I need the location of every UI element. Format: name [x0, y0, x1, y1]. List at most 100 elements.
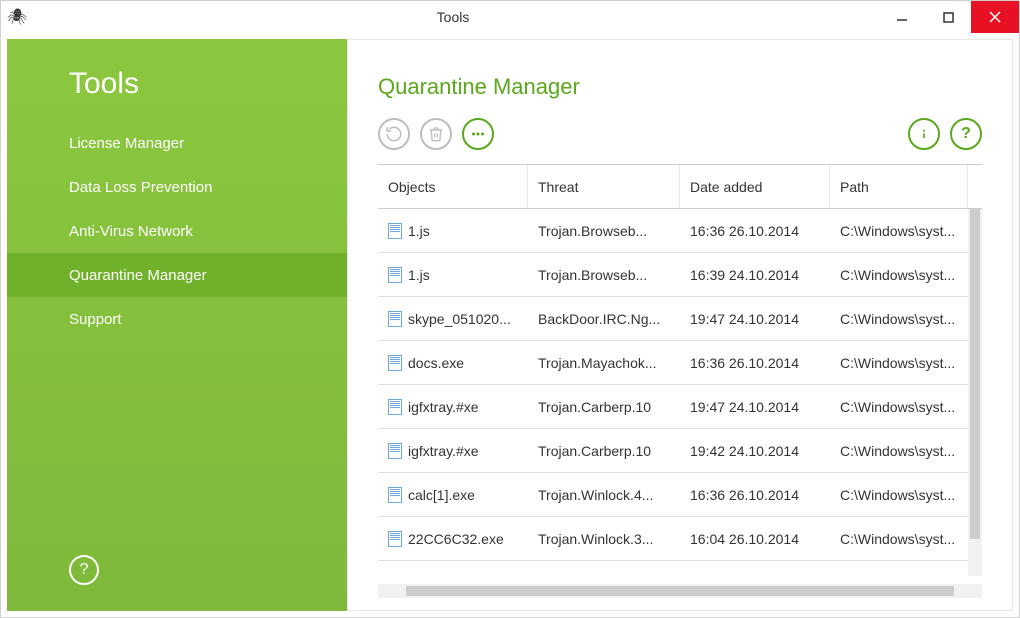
cell-object: calc[1].exe: [378, 487, 528, 503]
cell-object-text: docs.exe: [408, 355, 464, 371]
table-row[interactable]: skype_051020... BackDoor.IRC.Ng...19:47 2…: [378, 297, 968, 341]
sidebar-item-support[interactable]: Support: [7, 297, 347, 341]
cell-object-text: igfxtray.#xe: [408, 443, 479, 459]
more-button[interactable]: [462, 118, 494, 150]
quarantine-table: Objects Threat Date added Path 1.js Troja…: [378, 164, 982, 576]
toolbar: ?: [378, 118, 982, 150]
scrollbar-thumb-horizontal[interactable]: [406, 586, 954, 596]
sidebar-item-license-manager[interactable]: License Manager: [7, 121, 347, 165]
cell-threat: Trojan.Carberp.10: [528, 443, 680, 459]
cell-threat: Trojan.Winlock.4...: [528, 487, 680, 503]
help-icon: ?: [961, 125, 971, 143]
app-icon: 🕷: [7, 7, 27, 27]
cell-object-text: igfxtray.#xe: [408, 399, 479, 415]
cell-object-text: 1.js: [408, 223, 430, 239]
sidebar-item-label: Quarantine Manager: [69, 267, 207, 284]
file-icon: [388, 487, 402, 503]
cell-threat: Trojan.Browseb...: [528, 223, 680, 239]
cell-path: C:\Windows\syst...: [830, 487, 968, 503]
trash-icon: [428, 126, 444, 142]
table-row[interactable]: igfxtray.#xe Trojan.Carberp.1019:42 24.10…: [378, 429, 968, 473]
close-button[interactable]: [971, 1, 1019, 33]
cell-path: C:\Windows\syst...: [830, 355, 968, 371]
cell-threat: Trojan.Carberp.10: [528, 399, 680, 415]
horizontal-scrollbar[interactable]: [378, 584, 982, 598]
more-icon: [469, 125, 487, 143]
cell-object: igfxtray.#xe: [378, 399, 528, 415]
file-icon: [388, 267, 402, 283]
sidebar-title: Tools: [7, 67, 347, 121]
cell-object: 1.js: [378, 267, 528, 283]
cell-object-text: calc[1].exe: [408, 487, 475, 503]
window-controls: [879, 1, 1019, 33]
sidebar-item-anti-virus-network[interactable]: Anti-Virus Network: [7, 209, 347, 253]
help-button[interactable]: ?: [950, 118, 982, 150]
column-header-path[interactable]: Path: [830, 165, 968, 208]
cell-threat: BackDoor.IRC.Ng...: [528, 311, 680, 327]
delete-button[interactable]: [420, 118, 452, 150]
cell-path: C:\Windows\syst...: [830, 531, 968, 547]
cell-object: 1.js: [378, 223, 528, 239]
restore-icon: [385, 125, 403, 143]
window-title: Tools: [27, 9, 879, 25]
cell-date: 19:47 24.10.2014: [680, 399, 830, 415]
cell-path: C:\Windows\syst...: [830, 399, 968, 415]
file-icon: [388, 223, 402, 239]
cell-object-text: 22CC6C32.exe: [408, 531, 504, 547]
cell-object: skype_051020...: [378, 311, 528, 327]
table-row[interactable]: docs.exe Trojan.Mayachok...16:36 26.10.20…: [378, 341, 968, 385]
cell-path: C:\Windows\syst...: [830, 223, 968, 239]
table-row[interactable]: calc[1].exe Trojan.Winlock.4...16:36 26.1…: [378, 473, 968, 517]
file-icon: [388, 355, 402, 371]
file-icon: [388, 399, 402, 415]
cell-threat: Trojan.Browseb...: [528, 267, 680, 283]
table-row[interactable]: 1.js Trojan.Browseb...16:36 26.10.2014C:\…: [378, 209, 968, 253]
table-row[interactable]: igfxtray.#xe Trojan.Carberp.1019:47 24.10…: [378, 385, 968, 429]
cell-date: 16:36 26.10.2014: [680, 487, 830, 503]
cell-date: 19:42 24.10.2014: [680, 443, 830, 459]
table-header: Objects Threat Date added Path: [378, 165, 982, 209]
table-row[interactable]: 1.js Trojan.Browseb...16:39 24.10.2014C:\…: [378, 253, 968, 297]
file-icon: [388, 443, 402, 459]
cell-object-text: 1.js: [408, 267, 430, 283]
restore-button[interactable]: [378, 118, 410, 150]
cell-date: 16:36 26.10.2014: [680, 355, 830, 371]
page-title: Quarantine Manager: [378, 74, 982, 100]
scrollbar-thumb[interactable]: [970, 209, 980, 539]
main-panel: Quarantine Manager ? Objects Threat: [347, 39, 1013, 611]
cell-date: 16:39 24.10.2014: [680, 267, 830, 283]
cell-threat: Trojan.Winlock.3...: [528, 531, 680, 547]
cell-date: 16:04 26.10.2014: [680, 531, 830, 547]
cell-object: igfxtray.#xe: [378, 443, 528, 459]
sidebar-item-label: Data Loss Prevention: [69, 179, 212, 196]
column-header-objects[interactable]: Objects: [378, 165, 528, 208]
table-row[interactable]: 22CC6C32.exe Trojan.Winlock.3...16:04 26.…: [378, 517, 968, 561]
cell-date: 16:36 26.10.2014: [680, 223, 830, 239]
help-icon: ?: [80, 561, 89, 579]
sidebar-item-quarantine-manager[interactable]: Quarantine Manager: [7, 253, 347, 297]
file-icon: [388, 311, 402, 327]
cell-object-text: skype_051020...: [408, 311, 511, 327]
sidebar-item-label: License Manager: [69, 135, 184, 152]
column-header-threat[interactable]: Threat: [528, 165, 680, 208]
cell-threat: Trojan.Mayachok...: [528, 355, 680, 371]
sidebar-item-label: Anti-Virus Network: [69, 223, 193, 240]
cell-object: 22CC6C32.exe: [378, 531, 528, 547]
minimize-button[interactable]: [879, 1, 925, 33]
titlebar: 🕷 Tools: [1, 1, 1019, 33]
sidebar-item-label: Support: [69, 311, 122, 328]
info-icon: [916, 126, 932, 142]
cell-date: 19:47 24.10.2014: [680, 311, 830, 327]
info-button[interactable]: [908, 118, 940, 150]
sidebar-item-data-loss-prevention[interactable]: Data Loss Prevention: [7, 165, 347, 209]
file-icon: [388, 531, 402, 547]
cell-path: C:\Windows\syst...: [830, 267, 968, 283]
cell-path: C:\Windows\syst...: [830, 311, 968, 327]
sidebar-help-button[interactable]: ?: [69, 555, 99, 585]
vertical-scrollbar[interactable]: [968, 209, 982, 576]
cell-path: C:\Windows\syst...: [830, 443, 968, 459]
column-header-date[interactable]: Date added: [680, 165, 830, 208]
sidebar: Tools License Manager Data Loss Preventio…: [7, 39, 347, 611]
maximize-button[interactable]: [925, 1, 971, 33]
cell-object: docs.exe: [378, 355, 528, 371]
